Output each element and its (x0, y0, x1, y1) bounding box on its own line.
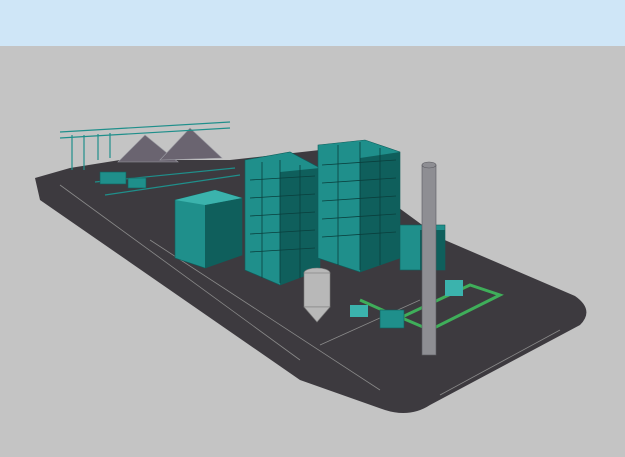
coal-yard-building (99, 171, 127, 185)
chimney-stack-icon (421, 161, 437, 356)
plant-scene (35, 121, 587, 414)
coal-pile-icon (159, 127, 223, 161)
base-equipment (350, 305, 368, 317)
base-equipment (379, 309, 405, 329)
boiler-structure-icon (317, 139, 401, 273)
turbine-hall-icon (174, 189, 243, 269)
base-equipment (445, 280, 463, 296)
boiler-structure-icon (244, 151, 321, 286)
coal-yard-building (127, 177, 147, 189)
viewport-3d[interactable] (0, 0, 625, 457)
